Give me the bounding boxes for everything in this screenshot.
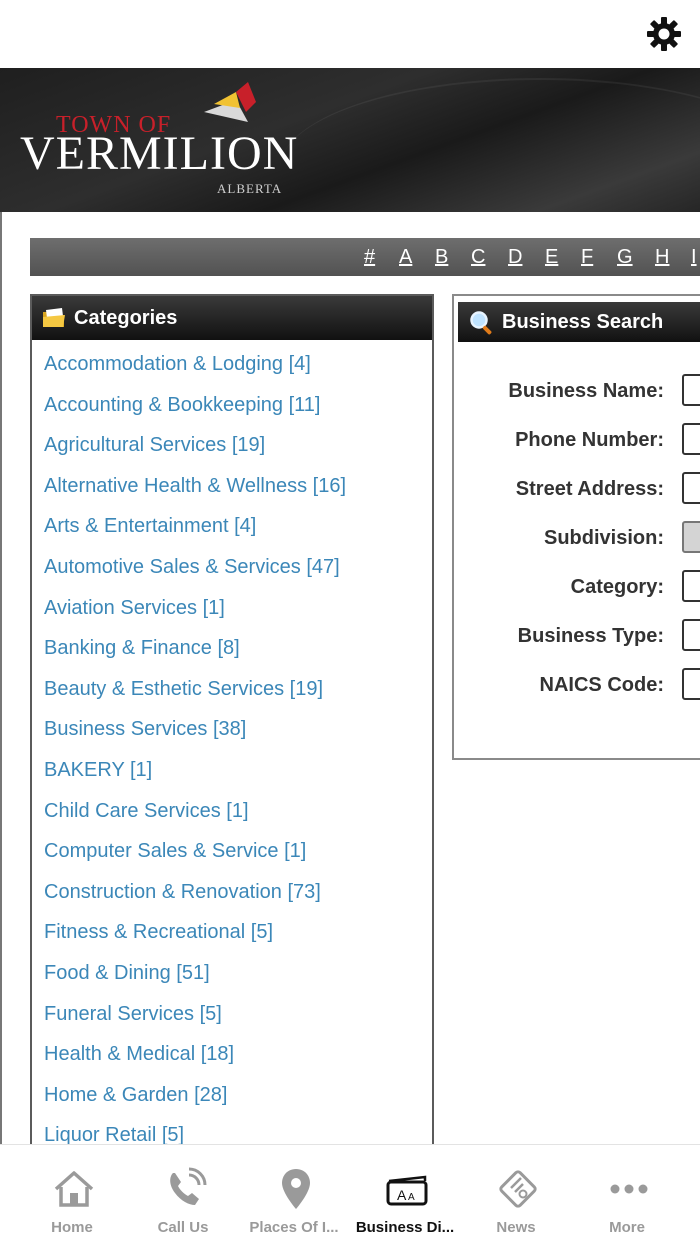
alpha-link-a[interactable]: A <box>399 246 412 269</box>
more-icon <box>610 1184 648 1194</box>
category-link[interactable]: Liquor Retail [5] <box>44 1115 432 1144</box>
logo-province: ALBERTA <box>217 181 283 196</box>
category-link[interactable]: Banking & Finance [8] <box>44 628 432 669</box>
category-link[interactable]: Construction & Renovation [73] <box>44 872 432 913</box>
category-link[interactable]: Funeral Services [5] <box>44 994 432 1035</box>
site-header: TOWN OF VERMILION ALBERTA <box>0 68 700 212</box>
category-link[interactable]: Computer Sales & Service [1] <box>44 831 432 872</box>
search-field-input[interactable] <box>682 570 700 602</box>
search-field-label: Street Address: <box>515 478 664 500</box>
category-link[interactable]: Accommodation & Lodging [4] <box>44 344 432 385</box>
map-pin-icon <box>282 1169 310 1209</box>
folder-icon <box>43 308 65 327</box>
search-field-select[interactable] <box>682 521 700 553</box>
tab-home-label: Home <box>51 1219 93 1236</box>
main-content: # A B C D E F G H I Categories Accommoda… <box>0 212 700 1144</box>
category-link[interactable]: Agricultural Services [19] <box>44 425 432 466</box>
alpha-link-b[interactable]: B <box>435 246 448 269</box>
search-field-input[interactable] <box>682 668 700 700</box>
categories-list: Accommodation & Lodging [4] Accounting & … <box>32 340 432 1144</box>
business-search-header: Business Search <box>458 302 700 342</box>
business-search-panel: Business Search Business Name: Phone Numb… <box>452 294 700 760</box>
alpha-link-d[interactable]: D <box>508 246 522 269</box>
magnifier-icon <box>470 311 492 335</box>
category-link[interactable]: Health & Medical [18] <box>44 1034 432 1075</box>
business-search-title: Business Search <box>502 310 664 333</box>
alpha-link-e[interactable]: E <box>545 246 558 269</box>
tab-more[interactable]: More <box>569 1145 685 1245</box>
search-field-input[interactable] <box>682 374 700 406</box>
svg-text:A: A <box>408 1192 415 1203</box>
logo-name: VERMILION <box>20 127 299 180</box>
search-field-label: Category: <box>570 576 664 598</box>
category-link[interactable]: Accounting & Bookkeeping [11] <box>44 385 432 426</box>
search-field-input[interactable] <box>682 619 700 651</box>
search-field-label: Phone Number: <box>515 429 664 451</box>
gear-icon[interactable] <box>646 16 682 52</box>
category-link[interactable]: Food & Dining [51] <box>44 953 432 994</box>
search-field-input[interactable] <box>682 472 700 504</box>
search-field-label: Business Name: <box>508 380 664 402</box>
alpha-link-hash[interactable]: # <box>364 246 375 269</box>
news-icon <box>499 1170 537 1208</box>
category-link[interactable]: Fitness & Recreational [5] <box>44 912 432 953</box>
tab-more-label: More <box>609 1219 645 1236</box>
category-link[interactable]: Alternative Health & Wellness [16] <box>44 466 432 507</box>
category-link[interactable]: Beauty & Esthetic Services [19] <box>44 669 432 710</box>
category-link[interactable]: Automotive Sales & Services [47] <box>44 547 432 588</box>
alpha-link-f[interactable]: F <box>581 246 593 269</box>
category-link[interactable]: Arts & Entertainment [4] <box>44 506 432 547</box>
business-directory-icon: A A <box>386 1175 428 1206</box>
search-field-label: Business Type: <box>517 625 664 647</box>
tab-news[interactable]: News <box>458 1145 574 1245</box>
tab-places-of-interest-label: Places Of I... <box>249 1219 339 1236</box>
alpha-link-g[interactable]: G <box>617 246 633 269</box>
category-link[interactable]: Business Services [38] <box>44 709 432 750</box>
category-link[interactable]: BAKERY [1] <box>44 750 432 791</box>
top-bar <box>0 0 700 68</box>
category-link[interactable]: Aviation Services [1] <box>44 588 432 629</box>
alpha-link-h[interactable]: H <box>655 246 669 269</box>
logo-bird-icon <box>204 82 256 122</box>
search-field-label: NAICS Code: <box>539 674 664 696</box>
categories-header: Categories <box>32 296 432 340</box>
search-field-label: Subdivision: <box>544 527 664 549</box>
category-link[interactable]: Home & Garden [28] <box>44 1075 432 1116</box>
tab-business-directory[interactable]: A A Business Di... <box>347 1145 463 1245</box>
alpha-link-c[interactable]: C <box>471 246 485 269</box>
home-icon <box>54 1171 94 1207</box>
category-link[interactable]: Child Care Services [1] <box>44 791 432 832</box>
alphabet-bar: # A B C D E F G H I <box>30 238 700 276</box>
categories-panel: Categories Accommodation & Lodging [4] Ac… <box>30 294 434 1144</box>
header-decoration <box>280 78 700 212</box>
town-logo[interactable]: TOWN OF VERMILION ALBERTA <box>20 80 310 200</box>
tab-places-of-interest[interactable]: Places Of I... <box>236 1145 352 1245</box>
svg-text:A: A <box>397 1187 407 1203</box>
tab-news-label: News <box>496 1219 536 1236</box>
tab-call-us-label: Call Us <box>157 1219 209 1236</box>
search-field-input[interactable] <box>682 423 700 455</box>
alpha-link-i[interactable]: I <box>691 246 697 269</box>
phone-icon <box>170 1167 207 1205</box>
tab-business-directory-label: Business Di... <box>355 1219 455 1236</box>
categories-title: Categories <box>74 306 178 329</box>
bottom-tab-bar: Home Call Us Places Of I... A A Business… <box>0 1144 700 1244</box>
tab-call-us[interactable]: Call Us <box>125 1145 241 1245</box>
tab-home[interactable]: Home <box>14 1145 130 1245</box>
